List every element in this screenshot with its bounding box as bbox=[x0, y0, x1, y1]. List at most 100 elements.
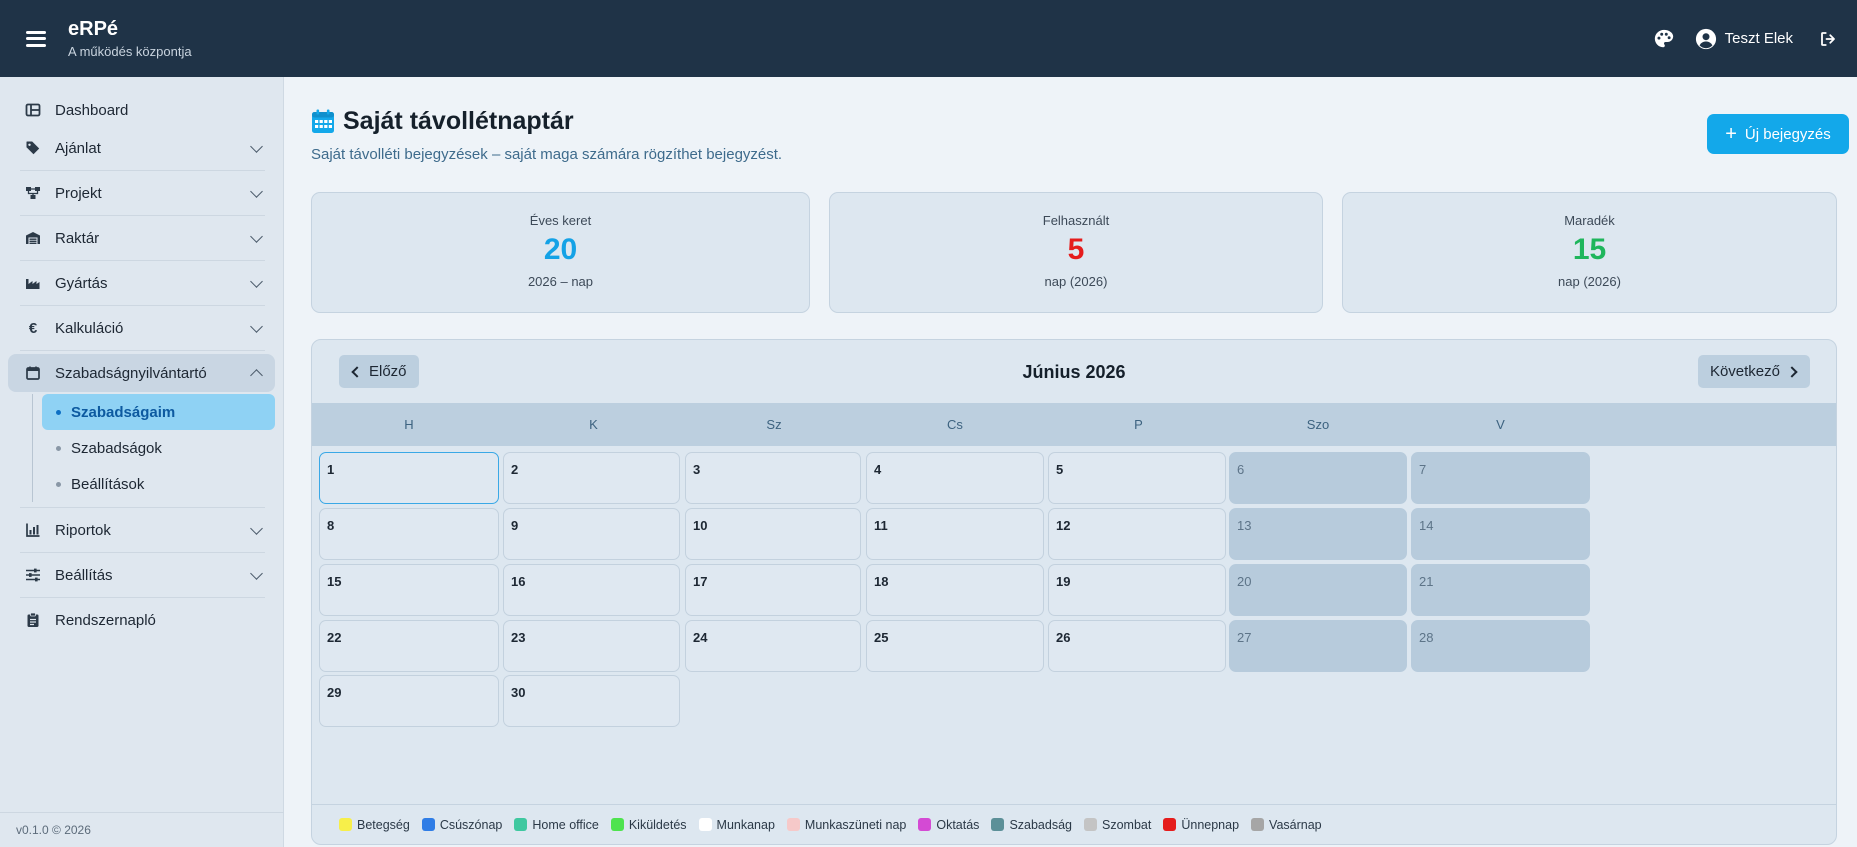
legend-label: Munkanap bbox=[716, 817, 775, 832]
day-cell[interactable]: 25 bbox=[866, 620, 1044, 672]
legend-swatch bbox=[1251, 818, 1265, 831]
sidebar-item-label: Szabadságnyilvántartó bbox=[55, 364, 207, 382]
day-cell[interactable]: 8 bbox=[319, 508, 499, 560]
bullet-icon bbox=[56, 409, 61, 415]
legend-item: Munkaszüneti nap bbox=[786, 818, 906, 832]
day-cell[interactable]: 18 bbox=[866, 564, 1044, 616]
sidebar-item-label: Rendszernapló bbox=[55, 611, 156, 629]
day-cell[interactable]: 1 bbox=[319, 452, 499, 504]
stats-row: Éves keret 20 2026 – nap Felhasznált 5 n… bbox=[311, 192, 1837, 313]
day-cell[interactable]: 9 bbox=[503, 508, 680, 560]
day-cell[interactable]: 30 bbox=[503, 675, 680, 727]
page-title: Saját távollétnaptár bbox=[311, 107, 782, 136]
legend-item: Betegség bbox=[339, 818, 410, 832]
menu-icon[interactable] bbox=[26, 30, 46, 47]
day-cell[interactable]: 29 bbox=[319, 675, 499, 727]
sidebar-item-rendszernaplo[interactable]: Rendszernapló bbox=[8, 601, 275, 639]
sidebar-item-dashboard[interactable]: Dashboard bbox=[8, 91, 275, 129]
legend-label: Home office bbox=[532, 817, 599, 832]
day-cell-weekend[interactable]: 13 bbox=[1229, 508, 1407, 560]
sidebar-item-riportok[interactable]: Riportok bbox=[8, 511, 275, 549]
weekday-label: Sz bbox=[766, 417, 782, 432]
submenu: Szabadságaim Szabadságok Beállítások bbox=[30, 394, 275, 502]
legend-label: Kiküldetés bbox=[628, 817, 687, 832]
legend-swatch bbox=[339, 818, 352, 831]
calendar: Előző Június 2026 Következő H K Sz Cs P … bbox=[311, 339, 1837, 845]
day-cell[interactable]: 11 bbox=[866, 508, 1044, 560]
stat-value: 15 bbox=[1572, 233, 1607, 266]
brand[interactable]: eRPé A működés központja bbox=[68, 17, 192, 61]
stat-label: Maradék bbox=[1564, 213, 1615, 228]
day-cell-weekend[interactable]: 27 bbox=[1229, 620, 1407, 672]
weekday-label: Szo bbox=[1306, 417, 1330, 432]
sidebar-item-projekt[interactable]: Projekt bbox=[8, 174, 275, 212]
sidebar-item-szabadsagnyilvantarto[interactable]: Szabadságnyilvántartó bbox=[8, 354, 275, 392]
logout-icon[interactable] bbox=[1819, 30, 1837, 48]
day-cell[interactable]: 15 bbox=[319, 564, 499, 616]
sidebar-item-label: Beállítás bbox=[55, 566, 113, 584]
weekday-label: P bbox=[1134, 417, 1143, 432]
day-cell[interactable]: 17 bbox=[685, 564, 861, 616]
user-menu[interactable]: Teszt Elek bbox=[1695, 28, 1793, 50]
day-cell-weekend[interactable]: 7 bbox=[1411, 452, 1590, 504]
day-cell[interactable]: 2 bbox=[503, 452, 680, 504]
chevron-down-icon bbox=[250, 230, 263, 243]
version-text: v0.1.0 © 2026 bbox=[16, 823, 91, 837]
sidebar-item-kalkulacio[interactable]: € Kalkuláció bbox=[8, 309, 275, 347]
app-subtitle: A működés központja bbox=[68, 43, 192, 59]
chevron-right-icon bbox=[1786, 365, 1798, 378]
bullet-icon bbox=[56, 481, 61, 487]
sidebar-subitem-szabadsagok[interactable]: Szabadságok bbox=[42, 430, 275, 466]
stat-card-remaining: Maradék 15 nap (2026) bbox=[1342, 192, 1837, 313]
chevron-up-icon bbox=[250, 369, 263, 382]
day-cell[interactable]: 23 bbox=[503, 620, 680, 672]
calendar-icon bbox=[312, 109, 334, 133]
day-cell-weekend[interactable]: 14 bbox=[1411, 508, 1590, 560]
sidebar-item-gyartas[interactable]: Gyártás bbox=[8, 264, 275, 302]
legend-label: Vasárnap bbox=[1269, 817, 1322, 832]
weekday-header: H K Sz Cs P Szo V bbox=[312, 403, 1836, 446]
new-entry-button[interactable]: + Új bejegyzés bbox=[1707, 114, 1849, 154]
project-icon bbox=[26, 187, 40, 199]
day-cell-weekend[interactable]: 20 bbox=[1229, 564, 1407, 616]
next-month-label: Következő bbox=[1709, 363, 1780, 380]
palette-icon[interactable] bbox=[1653, 28, 1675, 50]
day-cell[interactable]: 19 bbox=[1048, 564, 1226, 616]
legend-item: Munkanap bbox=[698, 817, 775, 832]
day-cell[interactable]: 5 bbox=[1048, 452, 1226, 504]
legend-label: Oktatás bbox=[936, 817, 980, 832]
day-cell-weekend[interactable]: 28 bbox=[1411, 620, 1590, 672]
main-content: Saját távollétnaptár Saját távolléti bej… bbox=[285, 77, 1857, 847]
day-cell[interactable]: 16 bbox=[503, 564, 680, 616]
legend-item: Szombat bbox=[1084, 818, 1151, 832]
day-cell[interactable]: 22 bbox=[319, 620, 499, 672]
stat-card-annual: Éves keret 20 2026 – nap bbox=[311, 192, 810, 313]
day-cell[interactable]: 10 bbox=[685, 508, 861, 560]
chevron-down-icon bbox=[250, 185, 263, 198]
day-cell[interactable]: 12 bbox=[1048, 508, 1226, 560]
dashboard-icon bbox=[25, 103, 41, 117]
day-cell[interactable]: 3 bbox=[685, 452, 861, 504]
day-cell[interactable]: 24 bbox=[685, 620, 861, 672]
sidebar-subitem-beallitasok[interactable]: Beállítások bbox=[42, 466, 275, 502]
legend-swatch bbox=[421, 818, 435, 831]
legend-swatch bbox=[610, 818, 624, 831]
day-cell[interactable]: 26 bbox=[1048, 620, 1226, 672]
tag-icon bbox=[26, 141, 40, 155]
day-cell-weekend[interactable]: 6 bbox=[1229, 452, 1407, 504]
sidebar-item-beallitas[interactable]: Beállítás bbox=[8, 556, 275, 594]
sidebar-item-ajanlat[interactable]: Ajánlat bbox=[8, 129, 275, 167]
day-cell-weekend[interactable]: 21 bbox=[1411, 564, 1590, 616]
day-cell[interactable]: 4 bbox=[866, 452, 1044, 504]
sidebar-subitem-szabadsagaim[interactable]: Szabadságaim bbox=[42, 394, 275, 430]
legend-swatch bbox=[991, 818, 1005, 831]
sidebar-item-raktar[interactable]: Raktár bbox=[8, 219, 275, 257]
sidebar-subitem-label: Szabadságok bbox=[71, 439, 162, 457]
page-title-text: Saját távollétnaptár bbox=[343, 107, 574, 135]
sidebar-item-label: Ajánlat bbox=[55, 139, 101, 157]
chevron-down-icon bbox=[250, 320, 263, 333]
top-bar: eRPé A működés központja Teszt Elek bbox=[0, 0, 1857, 77]
sidebar-item-label: Raktár bbox=[55, 229, 100, 247]
sidebar-item-label: Projekt bbox=[55, 184, 102, 202]
next-month-button[interactable]: Következő bbox=[1697, 355, 1810, 388]
